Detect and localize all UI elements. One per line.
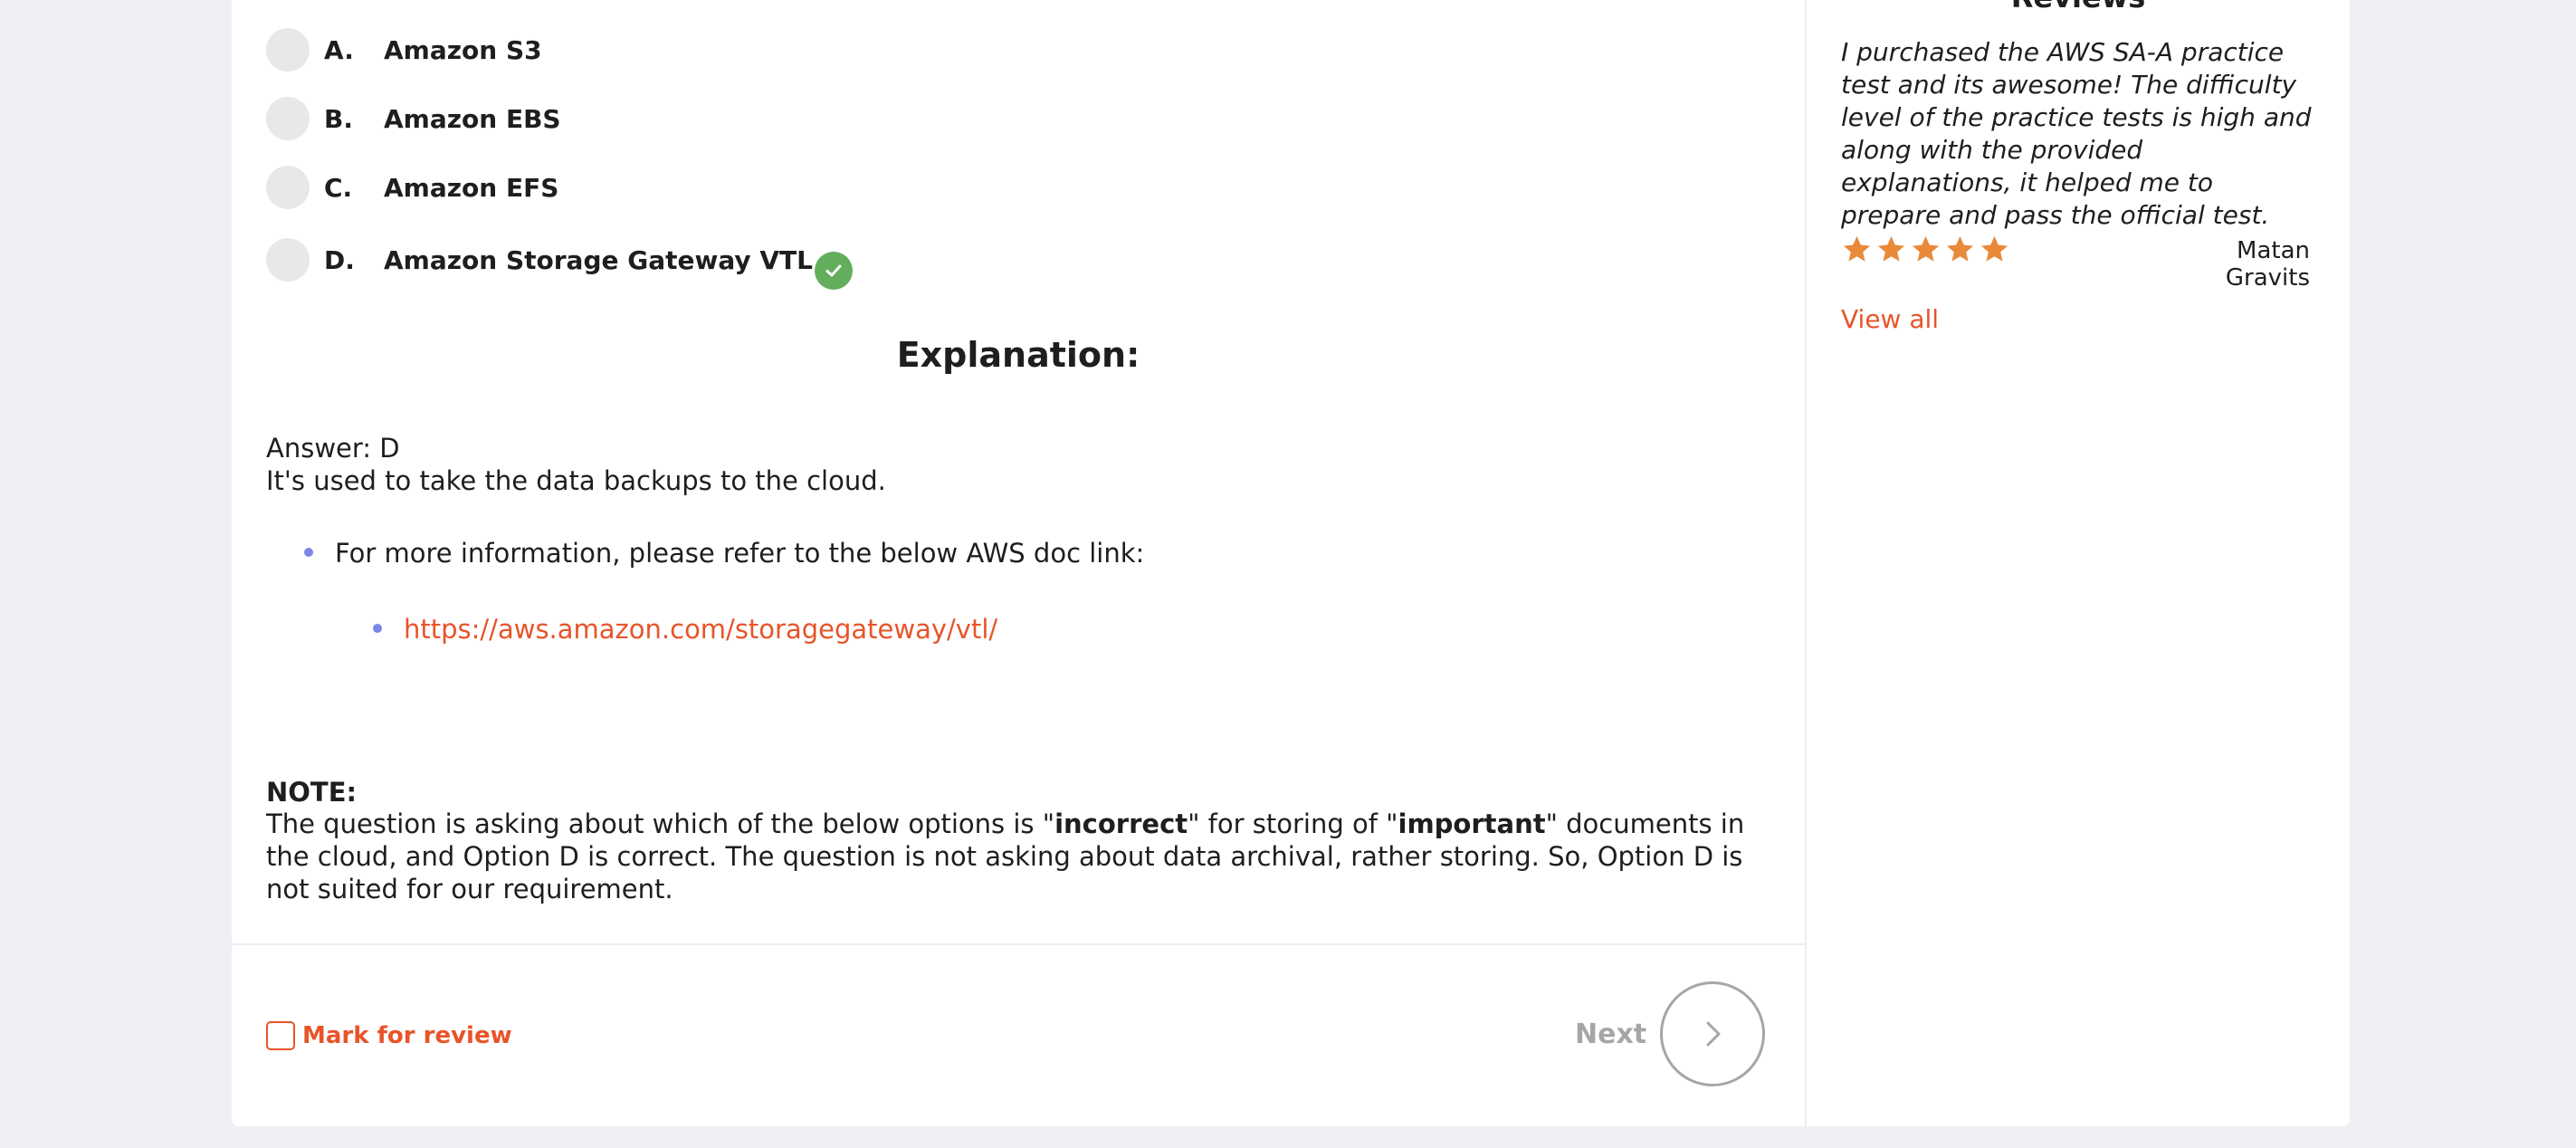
option-text: Amazon EBS	[384, 103, 561, 134]
option-c-radio[interactable]	[266, 166, 310, 209]
next-label[interactable]: Next	[1575, 1019, 1646, 1050]
option-text: Amazon EFS	[384, 172, 559, 203]
reviewer-name: Matan Gravits	[2225, 237, 2310, 292]
next-button[interactable]	[1660, 981, 1765, 1086]
checkbox-icon[interactable]	[266, 1021, 295, 1050]
star-icon	[1843, 235, 1871, 262]
option-a[interactable]: A. Amazon S3	[266, 27, 542, 72]
option-d[interactable]: D. Amazon Storage Gateway VTL	[266, 237, 853, 290]
option-b-radio[interactable]	[266, 97, 310, 140]
info-bullet-text: For more information, please refer to th…	[335, 538, 1145, 569]
mark-for-review-label: Mark for review	[302, 1022, 512, 1049]
question-panel: A. Amazon S3 B. Amazon EBS C. Amazon EFS…	[232, 0, 1805, 1126]
reviews-sidebar: Reviews I purchased the AWS SA-A practic…	[1807, 0, 2350, 1126]
doc-link[interactable]: https://aws.amazon.com/storagegateway/vt…	[404, 614, 997, 645]
rating-stars	[1841, 234, 2010, 265]
reviews-title: Reviews	[1807, 0, 2350, 14]
quiz-card: A. Amazon S3 B. Amazon EBS C. Amazon EFS…	[232, 0, 2350, 1126]
option-text: Amazon S3	[384, 34, 542, 65]
option-letter: B.	[324, 103, 353, 134]
star-icon	[1980, 235, 2008, 262]
star-icon	[1877, 235, 1905, 262]
bullet-dot	[373, 624, 382, 633]
answer-text: Answer: D	[266, 433, 400, 464]
mark-for-review[interactable]: Mark for review	[266, 1021, 512, 1050]
bullet-dot	[304, 548, 313, 557]
star-icon	[1912, 235, 1940, 262]
answer-summary: It's used to take the data backups to th…	[266, 465, 886, 496]
explanation-title: Explanation:	[896, 335, 1140, 375]
check-icon	[815, 252, 853, 290]
option-b[interactable]: B. Amazon EBS	[266, 96, 561, 141]
option-text: Amazon Storage Gateway VTL	[384, 244, 813, 275]
chevron-right-icon	[1706, 1021, 1721, 1047]
option-c[interactable]: C. Amazon EFS	[266, 165, 558, 210]
note-text: The question is asking about which of th…	[266, 808, 1745, 904]
option-d-radio[interactable]	[266, 238, 310, 282]
option-letter: C.	[324, 172, 353, 203]
option-letter: A.	[324, 34, 354, 65]
option-letter: D.	[324, 244, 355, 275]
option-a-radio[interactable]	[266, 28, 310, 72]
star-icon	[1946, 235, 1974, 262]
review-text: I purchased the AWS SA-A practice test a…	[1841, 37, 2312, 230]
footer-divider	[232, 943, 1805, 945]
view-all-link[interactable]: View all	[1841, 304, 1939, 334]
note-label: NOTE:	[266, 777, 358, 808]
